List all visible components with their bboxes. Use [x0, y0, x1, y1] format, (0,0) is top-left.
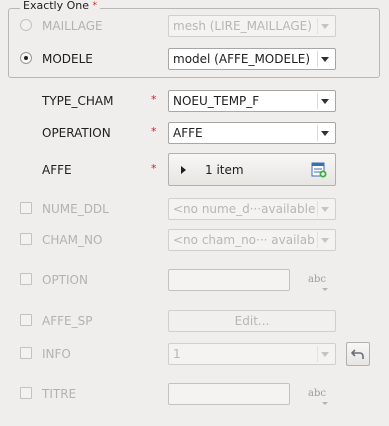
titre-input[interactable]	[168, 383, 290, 405]
operation-combo[interactable]: AFFE	[168, 122, 336, 144]
option-label: OPTION	[42, 273, 88, 287]
group-title-text: Exactly One	[23, 0, 90, 12]
titre-checkbox[interactable]	[20, 387, 32, 399]
modele-combo[interactable]: model (AFFE_MODELE)	[168, 48, 336, 70]
maillage-combo-value: mesh (LIRE_MAILLAGE)	[173, 19, 312, 33]
info-combo[interactable]: 1	[168, 343, 336, 365]
abc-text-icon[interactable]: abc	[308, 274, 328, 291]
chevron-down-icon	[321, 131, 329, 136]
chevron-down-icon	[321, 24, 329, 29]
affe-sp-edit-button[interactable]: Edit...	[168, 310, 336, 332]
affe-edit-button[interactable]: 1 item	[168, 153, 336, 186]
titre-abc-text: abc	[308, 388, 326, 399]
affe-required: *	[151, 162, 157, 175]
nume-ddl-checkbox[interactable]	[20, 202, 32, 214]
group-required-mark: *	[92, 1, 98, 11]
affe-item-count: 1 item	[205, 163, 244, 177]
maillage-label: MAILLAGE	[42, 19, 103, 33]
maillage-combo[interactable]: mesh (LIRE_MAILLAGE)	[168, 15, 336, 37]
option-abc-text: abc	[308, 274, 326, 285]
info-value: 1	[173, 347, 181, 361]
affe-sp-label: AFFE_SP	[42, 314, 93, 328]
table-add-icon	[311, 162, 327, 178]
chevron-down-icon	[321, 57, 329, 62]
option-input[interactable]	[168, 269, 290, 291]
modele-label: MODELE	[42, 52, 93, 66]
abc-text-icon[interactable]: abc	[308, 388, 328, 405]
group-title: Exactly One *	[20, 0, 101, 12]
cham-no-checkbox[interactable]	[20, 233, 32, 245]
nume-ddl-combo[interactable]: <no nume_d···available>	[168, 198, 336, 220]
undo-arrow-icon	[351, 349, 364, 359]
titre-label: TITRE	[42, 387, 77, 401]
maillage-radio[interactable]	[20, 19, 32, 31]
reset-button[interactable]	[346, 342, 370, 366]
chevron-down-icon	[321, 207, 329, 212]
chevron-down-icon	[321, 238, 329, 243]
nume-ddl-label: NUME_DDL	[42, 202, 109, 216]
info-checkbox[interactable]	[20, 347, 32, 359]
affe-sp-checkbox[interactable]	[20, 314, 32, 326]
chevron-down-icon	[321, 352, 329, 357]
type-cham-value: NOEU_TEMP_F	[173, 94, 260, 108]
info-label: INFO	[42, 347, 71, 361]
cham-no-combo[interactable]: <no cham_no··· available	[168, 229, 336, 251]
cham-no-value: <no cham_no··· available	[173, 233, 315, 247]
type-cham-label: TYPE_CHAM	[42, 94, 114, 108]
type-cham-required: *	[151, 93, 157, 106]
chevron-down-icon	[321, 99, 329, 104]
modele-combo-value: model (AFFE_MODELE)	[173, 52, 311, 66]
operation-required: *	[151, 125, 157, 138]
affe-label: AFFE	[42, 163, 72, 177]
operation-label: OPERATION	[42, 126, 111, 140]
operation-value: AFFE	[173, 126, 203, 140]
nume-ddl-value: <no nume_d···available>	[173, 202, 315, 216]
cham-no-label: CHAM_NO	[42, 233, 103, 247]
expand-arrow-icon	[181, 166, 186, 174]
option-checkbox[interactable]	[20, 273, 32, 285]
type-cham-combo[interactable]: NOEU_TEMP_F	[168, 90, 336, 112]
modele-radio[interactable]	[20, 52, 32, 64]
